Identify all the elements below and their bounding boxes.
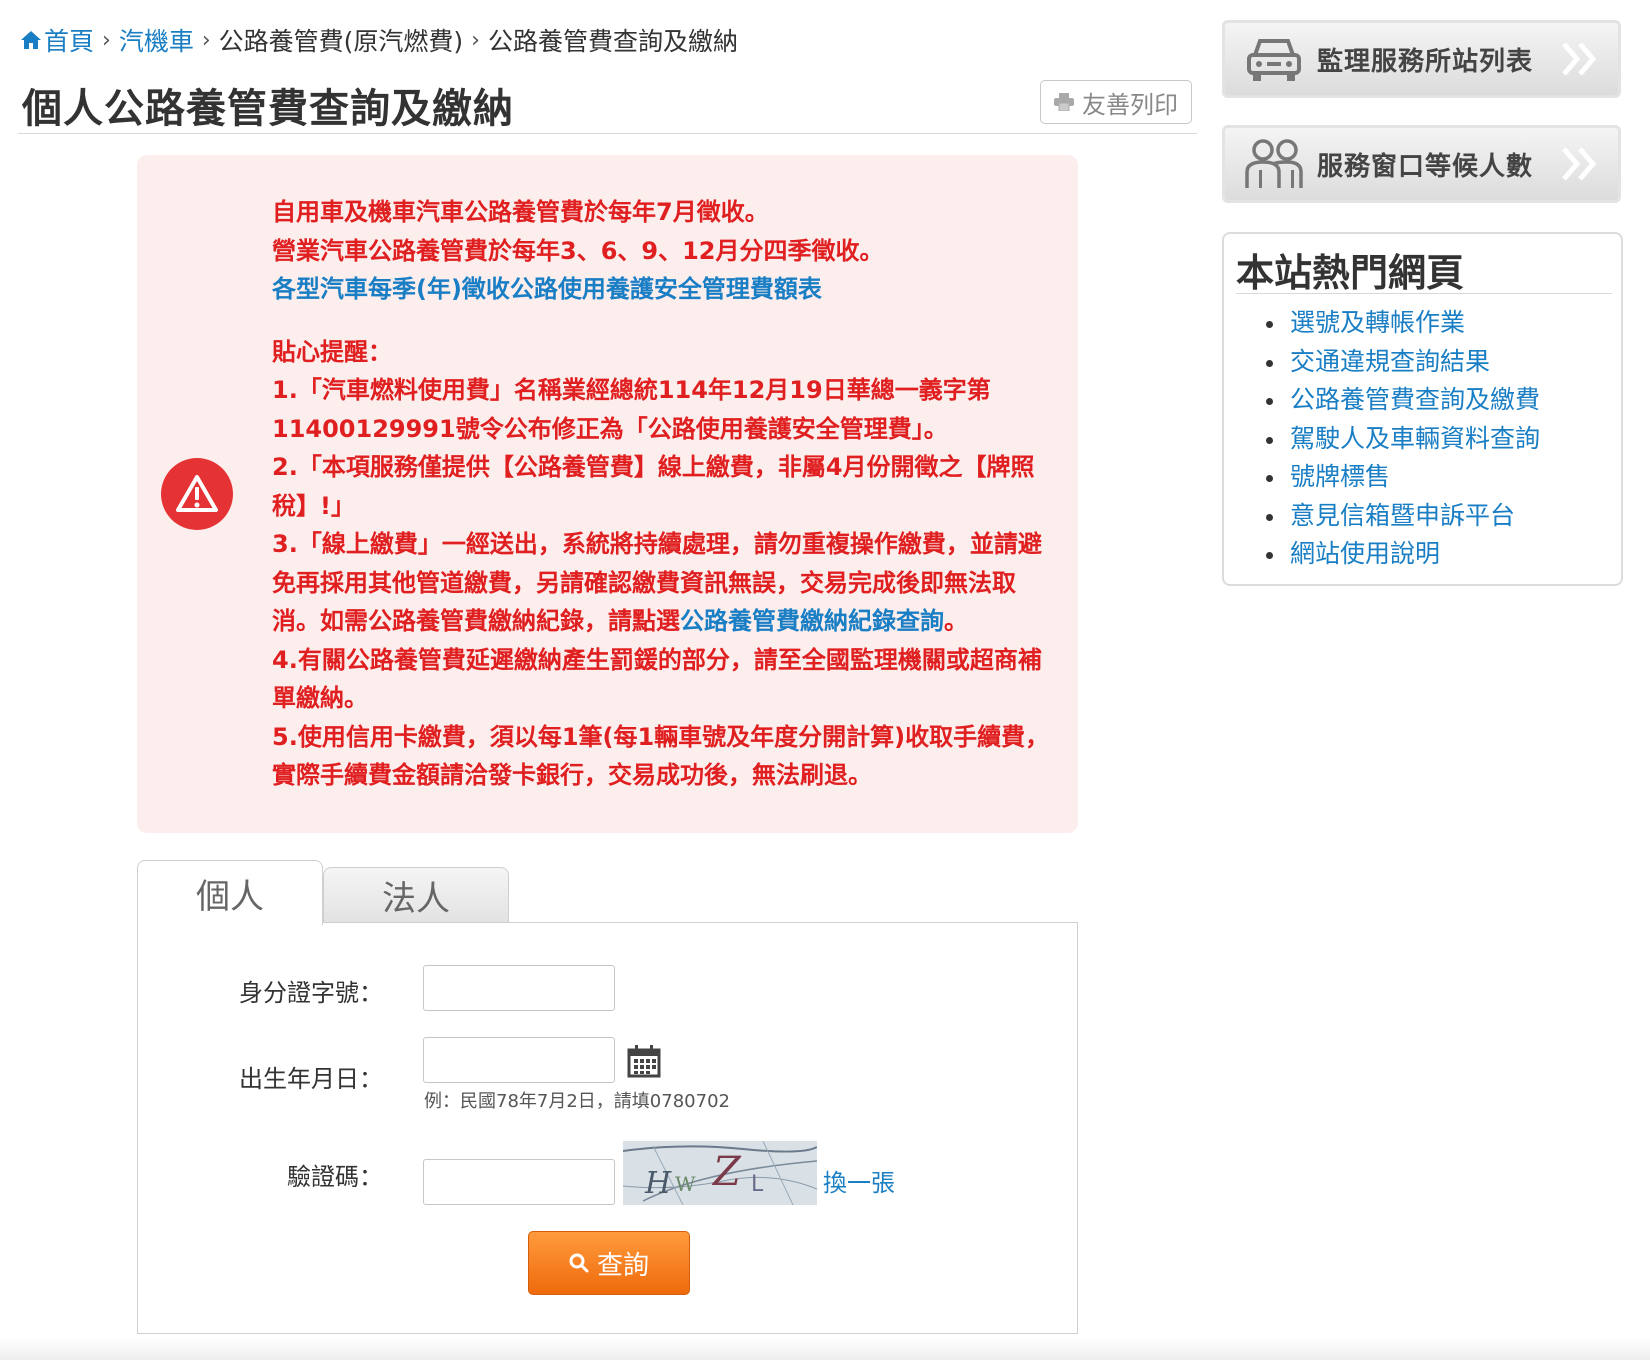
print-button-label: 友善列印 <box>1082 90 1178 119</box>
reminder-item-3: 3.「線上繳費」一經送出，系統將持續處理，請勿重複操作繳費，並請避免再採用其他管… <box>272 525 1052 641</box>
notice-box: 自用車及機車汽車公路養管費於每年7月徵收。 營業汽車公路養管費於每年3、6、9、… <box>137 155 1078 833</box>
home-icon <box>21 31 41 49</box>
captcha-char-2: W <box>675 1172 696 1196</box>
reminder-item-2: 2.「本項服務僅提供【公路養管費】線上繳費，非屬4月份開徵之【牌照稅】!」 <box>272 453 1035 520</box>
captcha-char-1: H <box>644 1166 672 1201</box>
popular-link-violation-results[interactable]: 交通違規查詢結果 <box>1266 343 1540 382</box>
print-button[interactable]: 友善列印 <box>1040 80 1192 124</box>
birth-date-hint: 例：民國78年7月2日，請填0780702 <box>424 1091 730 1112</box>
notice-line-quarterly: 營業汽車公路養管費於每年3、6、9、12月分四季徵收。 <box>272 236 884 265</box>
search-button[interactable]: 查詢 <box>528 1231 690 1295</box>
breadcrumb-home-link[interactable]: 首頁 <box>44 22 94 58</box>
breadcrumb-separator: › <box>471 27 480 53</box>
payment-record-link[interactable]: 公路養管費繳納紀錄查詢 <box>680 607 944 635</box>
popular-pages-list: 選號及轉帳作業 交通違規查詢結果 公路養管費查詢及繳費 駕駛人及車輛資料查詢 號… <box>1266 304 1540 574</box>
breadcrumb-fee-category: 公路養管費(原汽燃費) <box>218 27 464 56</box>
reminder-item-1: 1.「汽車燃料使用費」名稱業經總統114年12月19日華總一義字第1140012… <box>272 376 991 443</box>
station-list-button[interactable]: 監理服務所站列表 <box>1222 20 1621 98</box>
printer-icon <box>1054 93 1074 111</box>
breadcrumb-vehicles-link[interactable]: 汽機車 <box>119 22 194 58</box>
breadcrumb-separator: › <box>102 27 111 53</box>
query-form: 身分證字號： 出生年月日： 例：民國78年7月2日，請填0780702 驗證碼：… <box>137 922 1078 1334</box>
fee-table-link[interactable]: 各型汽車每季(年)徵收公路使用養護安全管理費額表 <box>272 275 822 303</box>
title-divider <box>18 133 1197 134</box>
search-icon <box>569 1253 589 1273</box>
popular-pages-title: 本站熱門網頁 <box>1236 251 1465 295</box>
captcha-input[interactable] <box>423 1159 615 1205</box>
reminder-item-4: 4.有關公路養管費延遲繳納產生罰鍰的部分，請至全國監理機關或超商補單繳納。 <box>272 645 1042 713</box>
double-chevron-right-icon <box>1562 42 1597 76</box>
page-title: 個人公路養管費查詢及繳納 <box>22 86 514 132</box>
captcha-label: 驗證碼： <box>287 1163 383 1191</box>
notice-line-annual: 自用車及機車汽車公路養管費於每年7月徵收。 <box>272 198 769 226</box>
tab-corporate[interactable]: 法人 <box>323 867 509 923</box>
breadcrumb-current: 公路養管費查詢及繳納 <box>487 27 738 56</box>
search-button-label: 查詢 <box>596 1250 649 1281</box>
popular-pages-divider <box>1236 293 1612 294</box>
notice-content: 自用車及機車汽車公路養管費於每年7月徵收。 營業汽車公路養管費於每年3、6、9、… <box>272 193 1052 795</box>
popular-link-site-guide[interactable]: 網站使用說明 <box>1266 535 1540 574</box>
double-chevron-right-icon <box>1562 147 1597 181</box>
warning-icon <box>161 458 233 530</box>
id-number-input[interactable] <box>423 965 615 1011</box>
people-icon <box>1239 134 1309 194</box>
popular-link-plate-selection[interactable]: 選號及轉帳作業 <box>1266 304 1540 343</box>
popular-link-feedback[interactable]: 意見信箱暨申訴平台 <box>1266 497 1540 536</box>
breadcrumb: 首頁 › 汽機車 › 公路養管費(原汽燃費) › 公路養管費查詢及繳納 <box>20 22 738 58</box>
breadcrumb-separator: › <box>201 27 211 53</box>
popular-link-road-fee-payment[interactable]: 公路養管費查詢及繳費 <box>1266 381 1540 420</box>
page-bottom-shade <box>0 1338 1650 1360</box>
tab-personal[interactable]: 個人 <box>137 860 323 925</box>
popular-link-driver-vehicle-query[interactable]: 駕駛人及車輛資料查詢 <box>1266 420 1540 459</box>
reminder-title: 貼心提醒： <box>272 337 392 366</box>
popular-link-plate-auction[interactable]: 號牌標售 <box>1266 458 1540 497</box>
reminder-item-3-end: 。 <box>944 607 968 635</box>
captcha-char-4: L <box>751 1172 764 1197</box>
captcha-image: H W Z L <box>623 1141 817 1205</box>
station-list-label: 監理服務所站列表 <box>1317 46 1534 77</box>
calendar-icon[interactable] <box>627 1044 661 1078</box>
queue-count-label: 服務窗口等候人數 <box>1317 151 1534 182</box>
captcha-refresh-link[interactable]: 換一張 <box>823 1163 895 1198</box>
birth-date-label: 出生年月日： <box>239 1065 383 1093</box>
reminder-item-5: 5.使用信用卡繳費，須以每1筆(每1輛車號及年度分開計算)收取手續費，實際手續費… <box>272 722 1050 790</box>
captcha-char-3: Z <box>711 1149 742 1195</box>
id-number-label: 身分證字號： <box>239 979 383 1007</box>
car-icon <box>1239 29 1309 89</box>
birth-date-input[interactable] <box>423 1037 615 1083</box>
popular-pages-panel: 本站熱門網頁 選號及轉帳作業 交通違規查詢結果 公路養管費查詢及繳費 駕駛人及車… <box>1222 232 1623 586</box>
queue-count-button[interactable]: 服務窗口等候人數 <box>1222 125 1621 203</box>
